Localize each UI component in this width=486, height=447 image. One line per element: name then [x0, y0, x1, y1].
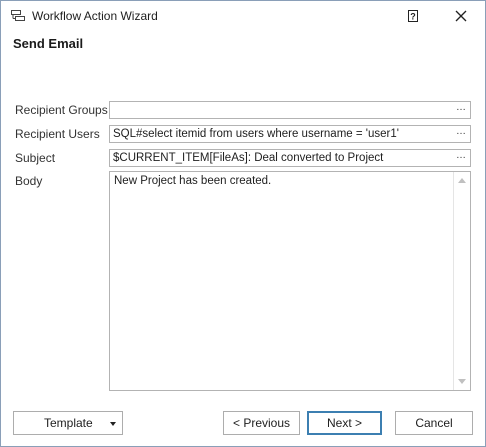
- next-button[interactable]: Next >: [307, 411, 382, 435]
- scroll-up-icon[interactable]: [458, 178, 466, 183]
- window-title: Workflow Action Wizard: [32, 9, 158, 23]
- recipient-groups-browse-button[interactable]: …: [454, 102, 468, 118]
- previous-button[interactable]: < Previous: [223, 411, 300, 435]
- subject-value: $CURRENT_ITEM[FileAs]: Deal converted to…: [113, 152, 384, 164]
- page-title: Send Email: [13, 36, 84, 51]
- recipient-users-label: Recipient Users: [15, 127, 100, 141]
- recipient-users-field[interactable]: SQL#select itemid from users where usern…: [109, 125, 471, 143]
- template-button-label: Template: [44, 416, 93, 430]
- template-button[interactable]: Template: [13, 411, 123, 435]
- recipient-groups-label: Recipient Groups: [15, 103, 108, 117]
- recipient-users-browse-button[interactable]: …: [454, 126, 468, 142]
- body-scrollbar[interactable]: [453, 172, 470, 390]
- help-icon: ?: [410, 12, 416, 22]
- body-textarea[interactable]: New Project has been created.: [109, 171, 471, 391]
- subject-label: Subject: [15, 151, 56, 165]
- dropdown-arrow-icon: [110, 422, 116, 426]
- subject-field[interactable]: $CURRENT_ITEM[FileAs]: Deal converted to…: [109, 149, 471, 167]
- cancel-button[interactable]: Cancel: [395, 411, 473, 435]
- close-button[interactable]: [453, 8, 469, 24]
- body-value: New Project has been created.: [114, 175, 272, 187]
- recipient-users-value: SQL#select itemid from users where usern…: [113, 128, 399, 140]
- recipient-groups-field[interactable]: …: [109, 101, 471, 119]
- close-icon: [455, 10, 467, 22]
- help-button[interactable]: ?: [405, 8, 421, 24]
- scroll-down-icon[interactable]: [458, 379, 466, 384]
- body-label: Body: [15, 174, 43, 188]
- wizard-window: Workflow Action Wizard ? Send Email Reci…: [0, 0, 486, 447]
- title-bar: Workflow Action Wizard ?: [1, 1, 485, 31]
- subject-browse-button[interactable]: …: [454, 150, 468, 166]
- workflow-icon: [11, 10, 25, 25]
